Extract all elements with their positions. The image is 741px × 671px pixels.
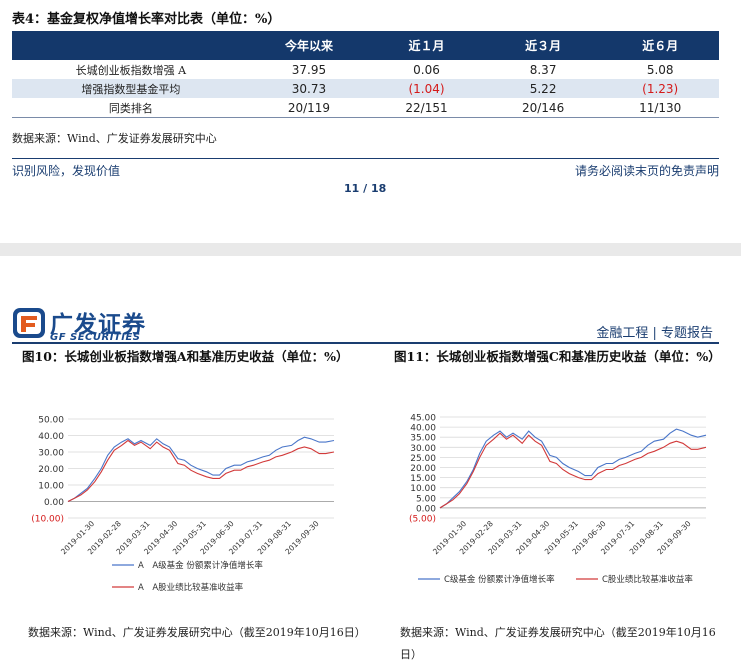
y-tick-label: 50.00 [38,416,64,426]
row-label: 增强指数型基金平均 [12,79,250,98]
series-line [67,439,335,502]
figure10-source: 数据来源：Wind、广发证券发展研究中心（截至2019年10月16日） [28,626,366,639]
table-cell-negative: (1.23) [601,79,719,98]
y-tick-label: 10.00 [38,482,64,492]
table-cell: 5.08 [646,62,674,77]
header-divider [12,342,719,344]
y-tick-label: (10.00) [31,515,64,525]
table-cell: 20/119 [249,98,369,118]
y-tick-label: 15.00 [410,474,436,484]
footer-left: 识别风险，发现价值 [12,164,121,178]
table-header-row: 今年以来 近１月 近３月 近６月 [12,31,719,60]
table-row: 增强指数型基金平均 30.73 (1.04) 5.22 (1.23) [12,79,719,98]
figure11-title: 图11：长城创业板指数增强C和基准历史收益（单位：%） [394,349,721,364]
y-tick-label: 0.00 [44,498,64,508]
table-cell: 5.22 [484,79,602,98]
table-row: 长城创业板指数增强 A 37.95 0.06 8.37 5.08 [12,60,719,79]
y-tick-label: 45.00 [410,414,436,424]
y-tick-label: 20.00 [38,465,64,475]
y-tick-label: 5.00 [416,494,436,504]
legend-label: C级基金 份额累计净值增长率 [444,574,555,585]
row-label: 长城创业板指数增强 A [75,63,187,77]
y-tick-label: 40.00 [38,432,64,442]
table-cell: 30.73 [249,79,369,98]
legend-label: A A级基金 份额累计净值增长率 [138,560,263,571]
table-cell: 8.37 [529,62,557,77]
footer-divider [12,158,719,159]
y-tick-label: 25.00 [410,454,436,464]
report-category: 金融工程 | 专题报告 [596,326,713,341]
legend-label: A A股业绩比较基准收益率 [138,582,244,593]
table-cell: 22/151 [368,98,485,118]
table-cell: 37.95 [291,62,327,77]
figure11-chart: (5.00)0.005.0010.0015.0020.0025.0030.003… [409,414,707,585]
y-tick-label: 10.00 [410,484,436,494]
header-blank [12,31,250,60]
y-tick-label: 30.00 [38,449,64,459]
performance-table: 今年以来 近１月 近３月 近６月 长城创业板指数增强 A 37.95 0.06 … [12,31,719,118]
figure10-title: 图10：长城创业板指数增强A和基准历史收益（单位：%） [22,349,349,364]
series-line [67,436,335,502]
series-line [439,428,707,509]
y-tick-label: (5.00) [409,515,436,525]
y-tick-label: 30.00 [410,444,436,454]
logo-icon [12,307,46,339]
header-3m: 近３月 [484,31,602,60]
row-label: 同类排名 [12,98,250,118]
table-row: 同类排名 20/119 22/151 20/146 11/130 [12,98,719,118]
table-cell: 11/130 [601,98,719,118]
y-tick-label: 20.00 [410,464,436,474]
table-title: 表4：基金复权净值增长率对比表（单位：%） [12,12,281,27]
footer-right: 请务必阅读末页的免责声明 [574,164,719,178]
y-tick-label: 35.00 [410,434,436,444]
header-1m: 近１月 [368,31,485,60]
y-tick-label: 0.00 [416,504,436,514]
legend-label: C股业绩比较基准收益率 [602,574,693,585]
header-ytd: 今年以来 [249,31,369,60]
table-cell-negative: (1.04) [368,79,485,98]
table-cell: 0.06 [413,62,440,77]
figure10-chart: (10.00)0.0010.0020.0030.0040.0050.002019… [31,416,335,593]
table-cell: 20/146 [484,98,602,118]
series-line [439,432,707,509]
page-number: 11 / 18 [344,182,387,195]
table-source: 数据来源：Wind、广发证券发展研究中心 [12,132,217,145]
header-6m: 近６月 [601,31,719,60]
figure11-source: 数据来源：Wind、广发证券发展研究中心（截至2019年10月16日） [400,626,716,661]
page-gap [0,243,741,256]
y-tick-label: 40.00 [410,424,436,434]
